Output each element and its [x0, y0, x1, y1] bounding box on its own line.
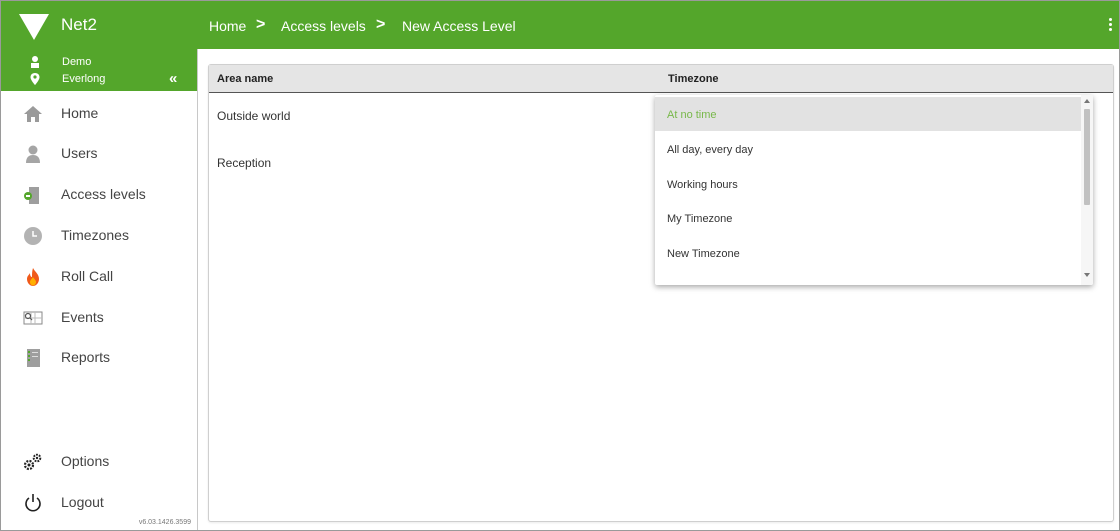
breadcrumb-access-levels[interactable]: Access levels [281, 18, 366, 34]
sidebar: Net2 Demo Everlong « Home Users Access l… [1, 1, 198, 530]
sidebar-item-reports[interactable]: Reports [1, 337, 197, 377]
scroll-up-arrow-icon[interactable] [1084, 99, 1090, 103]
dropdown-option-new-timezone[interactable]: New Timezone [655, 236, 1081, 270]
power-icon [25, 494, 41, 512]
sidebar-item-options[interactable]: Options [1, 441, 197, 481]
table-row: Outside world [217, 109, 291, 123]
sidebar-item-label: Events [61, 309, 104, 325]
user-icon [31, 56, 39, 68]
site-name: Everlong [62, 73, 106, 85]
table-row: Reception [217, 156, 272, 170]
location-pin-icon [30, 73, 40, 85]
gears-icon [23, 453, 42, 471]
user-row: Demo [1, 53, 197, 71]
sidebar-item-label: Options [61, 453, 110, 469]
sidebar-item-events[interactable]: Events [1, 297, 197, 337]
breadcrumb-home[interactable]: Home [209, 18, 246, 34]
column-header-area-name[interactable]: Area name [217, 73, 273, 85]
site-row: Everlong [1, 70, 197, 88]
dropdown-option-label: All day, every day [667, 144, 754, 156]
net2-logo-icon [19, 14, 49, 40]
more-menu-icon[interactable] [1109, 18, 1113, 32]
column-header-timezone[interactable]: Timezone [668, 73, 719, 85]
dropdown-scrollbar[interactable] [1081, 95, 1093, 285]
dropdown-option-label: Working hours [667, 179, 738, 191]
user-icon [26, 145, 40, 163]
scrollbar-thumb[interactable] [1084, 109, 1090, 205]
sidebar-item-timezones[interactable]: Timezones [1, 215, 197, 255]
sidebar-item-label: Logout [61, 494, 104, 510]
breadcrumb-current: New Access Level [402, 18, 516, 34]
dropdown-option-at-no-time[interactable]: At no time [655, 97, 1081, 131]
sidebar-item-access-levels[interactable]: Access levels [1, 174, 197, 214]
timezone-dropdown-list[interactable]: At no time All day, every day Working ho… [655, 95, 1093, 285]
sidebar-item-label: Home [61, 105, 99, 121]
scroll-down-arrow-icon[interactable] [1084, 273, 1090, 277]
fire-icon [27, 268, 39, 286]
sidebar-item-label: Access levels [61, 186, 146, 202]
events-icon [23, 311, 43, 325]
sidebar-item-roll-call[interactable]: Roll Call [1, 256, 197, 296]
clock-icon [24, 227, 42, 245]
breadcrumb-separator: > [376, 16, 386, 33]
sidebar-item-home[interactable]: Home [1, 93, 197, 133]
app-window: Net2 Demo Everlong « Home Users Access l… [0, 0, 1120, 531]
breadcrumb-separator: > [256, 16, 266, 33]
user-info: Demo Everlong « [1, 49, 197, 91]
dropdown-option-my-timezone[interactable]: My Timezone [655, 201, 1081, 235]
app-name: Net2 [61, 15, 97, 34]
dropdown-option-label: My Timezone [667, 213, 733, 225]
sidebar-item-logout[interactable]: Logout [1, 482, 197, 522]
sidebar-item-users[interactable]: Users [1, 133, 197, 173]
user-name: Demo [62, 56, 92, 68]
top-bar: Home > Access levels > New Access Level [197, 1, 1119, 49]
sidebar-item-label: Reports [61, 349, 111, 365]
sidebar-item-label: Timezones [61, 227, 129, 243]
table-header: Area name Timezone [209, 65, 1113, 93]
dropdown-option-all-day[interactable]: All day, every day [655, 132, 1081, 166]
brand-header: Net2 [1, 1, 197, 49]
home-icon [24, 106, 42, 122]
collapse-sidebar-button[interactable]: « [169, 71, 187, 87]
door-icon [24, 187, 39, 204]
dropdown-option-label: New Timezone [667, 248, 740, 260]
report-icon [27, 349, 40, 367]
sidebar-item-label: Roll Call [61, 268, 114, 284]
version-label: v6.03.1426.3599 [138, 519, 191, 526]
dropdown-option-working-hours[interactable]: Working hours [655, 167, 1081, 201]
dropdown-option-label: At no time [667, 109, 717, 121]
sidebar-item-label: Users [61, 145, 98, 161]
